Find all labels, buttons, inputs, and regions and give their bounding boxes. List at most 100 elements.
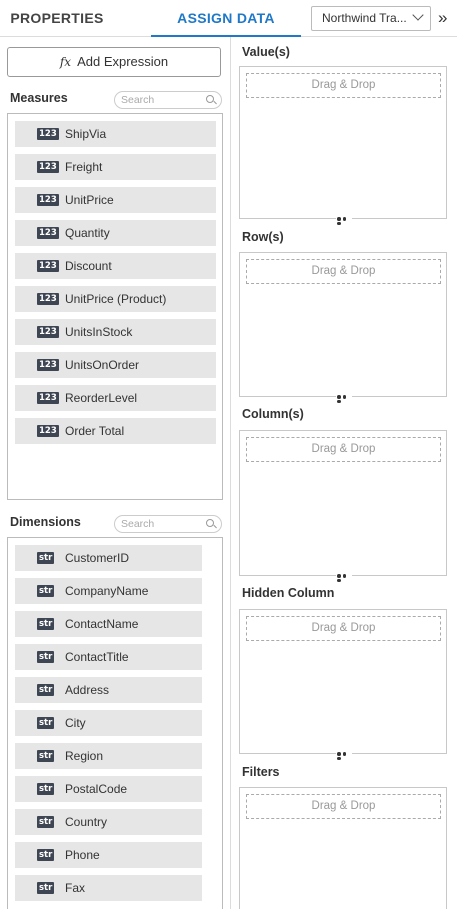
dimension-field-item[interactable]: str CompanyName (15, 578, 202, 604)
dimension-field-item[interactable]: str City (15, 710, 202, 736)
string-type-icon: str (37, 618, 55, 630)
grip-dot (337, 395, 341, 399)
dimension-field-item[interactable]: str ContactTitle (15, 644, 202, 670)
dimension-field-item[interactable]: str Phone (15, 842, 202, 868)
numeric-type-icon: 123 (37, 194, 59, 206)
field-label: Order Total (65, 424, 125, 438)
dimension-field-item[interactable]: str Fax (15, 875, 202, 901)
grip-dot (337, 399, 341, 403)
measure-field-item[interactable]: 123 UnitsInStock (15, 319, 216, 345)
field-label: ShipVia (65, 127, 107, 141)
numeric-type-icon: 123 (37, 425, 59, 437)
measure-field-item[interactable]: 123 Discount (15, 253, 216, 279)
string-type-icon: str (37, 552, 55, 564)
top-tab-bar: PROPERTIES ASSIGN DATA Northwind Tra... … (0, 0, 457, 37)
tab-assign-data[interactable]: ASSIGN DATA (151, 0, 301, 37)
value-s-drop-zone[interactable]: Drag & Drop (239, 66, 447, 225)
drag-drop-placeholder: Drag & Drop (246, 259, 441, 284)
column-s-drop-zone[interactable]: Drag & Drop (239, 430, 447, 582)
dimension-field-item[interactable]: str Address (15, 677, 202, 703)
string-type-icon: str (37, 750, 55, 762)
field-label: Region (65, 749, 104, 763)
column-s-zone-title: Column(s) (242, 407, 304, 421)
grip-dot (337, 574, 341, 578)
measure-field-item[interactable]: 123 UnitPrice (15, 187, 216, 213)
measure-field-item[interactable]: 123 ReorderLevel (15, 385, 216, 411)
string-type-icon: str (37, 783, 55, 795)
field-label: UnitsOnOrder (65, 358, 140, 372)
add-expression-button[interactable]: fx Add Expression (7, 47, 221, 77)
string-type-icon: str (37, 651, 55, 663)
resize-handle-icon[interactable] (336, 751, 352, 760)
filters-drop-zone[interactable]: Drag & Drop (239, 787, 447, 909)
numeric-type-icon: 123 (37, 260, 59, 272)
row-s-drop-zone[interactable]: Drag & Drop (239, 252, 447, 403)
dimension-field-item[interactable]: str Country (15, 809, 202, 835)
field-label: UnitsInStock (65, 325, 133, 339)
dimensions-list: str CustomerID str CompanyName str ContactNam… (7, 537, 223, 909)
measure-field-item[interactable]: 123 UnitsOnOrder (15, 352, 216, 378)
field-label: Address (65, 683, 110, 697)
drag-drop-placeholder: Drag & Drop (246, 616, 441, 641)
numeric-type-icon: 123 (37, 161, 59, 173)
numeric-type-icon: 123 (37, 128, 59, 140)
field-label: UnitPrice (65, 193, 114, 207)
value-s-zone-title: Value(s) (242, 45, 290, 59)
field-label: ContactTitle (65, 650, 129, 664)
hidden-column-drop-zone[interactable]: Drag & Drop (239, 609, 447, 760)
string-type-icon: str (37, 717, 55, 729)
double-chevron-right-icon[interactable]: » (438, 9, 447, 26)
field-label: PostalCode (65, 782, 128, 796)
tab-properties[interactable]: PROPERTIES (0, 0, 114, 37)
grip-dot (337, 756, 341, 760)
hidden-column-zone-title: Hidden Column (242, 586, 335, 600)
measures-search-placeholder: Search (121, 94, 155, 106)
measure-field-item[interactable]: 123 ShipVia (15, 121, 216, 147)
dimensions-search-input[interactable]: Search (114, 515, 222, 533)
measure-field-item[interactable]: 123 Quantity (15, 220, 216, 246)
field-label: ReorderLevel (65, 391, 138, 405)
numeric-type-icon: 123 (37, 293, 59, 305)
string-type-icon: str (37, 684, 55, 696)
grip-dot (342, 574, 346, 578)
datasource-select[interactable]: Northwind Tra... (311, 6, 431, 31)
search-icon (206, 519, 214, 527)
grip-dot (337, 752, 341, 756)
row-s-zone-title: Row(s) (242, 230, 284, 244)
dimension-field-item[interactable]: str Region (15, 743, 202, 769)
field-label: UnitPrice (Product) (65, 292, 167, 306)
grip-dot (342, 752, 346, 756)
grip-dot (337, 221, 341, 225)
measure-field-item[interactable]: 123 Freight (15, 154, 216, 180)
panel-divider (230, 37, 231, 909)
field-label: Country (65, 815, 108, 829)
dimension-field-item[interactable]: str ContactName (15, 611, 202, 637)
measures-title: Measures (10, 91, 68, 105)
function-icon: fx (59, 55, 72, 69)
numeric-type-icon: 123 (37, 392, 59, 404)
field-label: Freight (65, 160, 103, 174)
drag-drop-placeholder: Drag & Drop (246, 73, 441, 98)
dimensions-title: Dimensions (10, 515, 81, 529)
string-type-icon: str (37, 882, 55, 894)
grip-dot (337, 578, 341, 582)
filters-zone-title: Filters (242, 765, 280, 779)
drag-drop-placeholder: Drag & Drop (246, 437, 441, 462)
chevron-down-icon (412, 9, 424, 21)
dimension-field-item[interactable]: str CustomerID (15, 545, 202, 571)
field-label: ContactName (65, 617, 139, 631)
resize-handle-icon[interactable] (336, 573, 352, 582)
measure-field-item[interactable]: 123 Order Total (15, 418, 216, 444)
measure-field-item[interactable]: 123 UnitPrice (Product) (15, 286, 216, 312)
field-label: CompanyName (65, 584, 149, 598)
grip-dot (337, 217, 341, 221)
grip-dot (342, 395, 346, 399)
measures-search-input[interactable]: Search (114, 91, 222, 109)
measures-list: 123 ShipVia 123 Freight 123 UnitPrice 123 Quant… (7, 113, 223, 500)
resize-handle-icon[interactable] (336, 394, 352, 403)
dimension-field-item[interactable]: str PostalCode (15, 776, 202, 802)
field-label: CustomerID (65, 551, 130, 565)
resize-handle-icon[interactable] (336, 216, 352, 225)
field-label: City (65, 716, 86, 730)
numeric-type-icon: 123 (37, 227, 59, 239)
